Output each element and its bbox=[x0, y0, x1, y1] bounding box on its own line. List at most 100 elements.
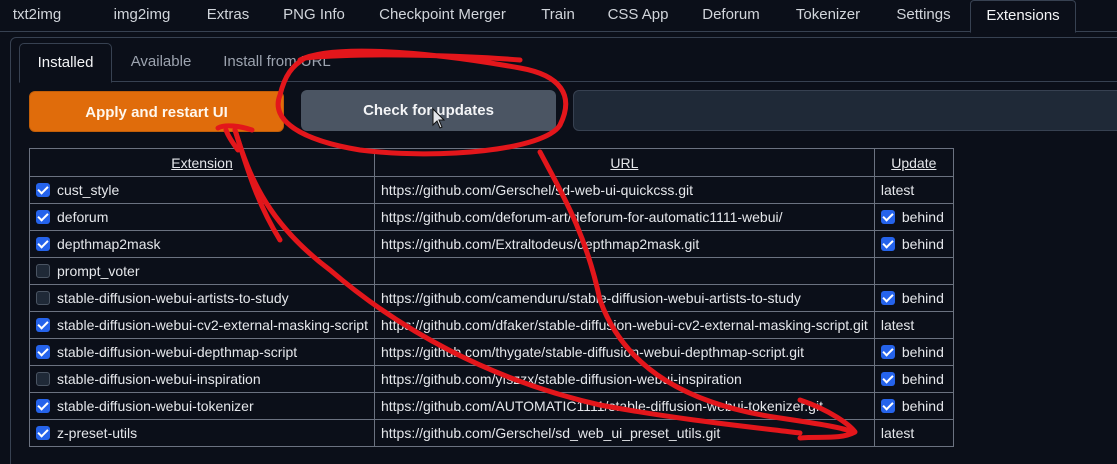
extension-name: stable-diffusion-webui-tokenizer bbox=[57, 397, 254, 414]
table-row: prompt_voter bbox=[29, 257, 954, 285]
extension-name: prompt_voter bbox=[57, 262, 140, 279]
extension-url: https://github.com/Extraltodeus/depthmap… bbox=[373, 230, 875, 258]
column-header-update[interactable]: Update bbox=[873, 148, 954, 177]
enable-extension-checkbox[interactable] bbox=[36, 318, 50, 333]
tab-checkpoint-merger[interactable]: Checkpoint Merger bbox=[371, 0, 514, 31]
update-cell: latest bbox=[873, 176, 954, 204]
extensions-table: Extension URL Update cust_style https://g… bbox=[29, 148, 954, 447]
table-row: cust_style https://github.com/Gerschel/sd… bbox=[29, 176, 954, 204]
check-for-updates-button[interactable]: Check for updates bbox=[301, 90, 556, 131]
update-checkbox[interactable] bbox=[880, 399, 895, 414]
mouse-cursor-icon bbox=[432, 108, 446, 129]
extension-url: https://github.com/thygate/stable-diffus… bbox=[373, 338, 875, 366]
enable-extension-checkbox[interactable] bbox=[36, 372, 50, 387]
table-row: deforum https://github.com/deforum-art/de… bbox=[29, 203, 954, 231]
extension-url: https://github.com/Gerschel/sd-web-ui-qu… bbox=[373, 176, 875, 204]
tab-css-app[interactable]: CSS App bbox=[600, 0, 676, 31]
update-cell: latest bbox=[873, 419, 954, 447]
tab-available[interactable]: Available bbox=[119, 43, 203, 81]
update-checkbox[interactable] bbox=[880, 345, 895, 360]
extension-name: deforum bbox=[57, 208, 109, 225]
extension-url bbox=[373, 257, 875, 285]
update-status: behind bbox=[901, 208, 944, 225]
extension-cell: stable-diffusion-webui-tokenizer bbox=[29, 392, 375, 420]
extension-cell: depthmap2mask bbox=[29, 230, 375, 258]
extension-name: stable-diffusion-webui-inspiration bbox=[57, 370, 261, 387]
table-row: stable-diffusion-webui-tokenizer https://… bbox=[29, 392, 954, 420]
extension-cell: stable-diffusion-webui-inspiration bbox=[29, 365, 375, 393]
tab-train[interactable]: Train bbox=[532, 0, 584, 31]
update-checkbox[interactable] bbox=[880, 291, 895, 306]
update-cell: behind bbox=[873, 230, 954, 258]
table-header-row: Extension URL Update bbox=[29, 148, 954, 177]
tab-extras[interactable]: Extras bbox=[200, 0, 256, 31]
enable-extension-checkbox[interactable] bbox=[36, 264, 50, 279]
extension-url: https://github.com/Gerschel/sd_web_ui_pr… bbox=[373, 419, 875, 447]
update-checkbox[interactable] bbox=[880, 210, 895, 225]
update-status: behind bbox=[901, 289, 944, 306]
tab-settings[interactable]: Settings bbox=[887, 0, 960, 31]
enable-extension-checkbox[interactable] bbox=[36, 291, 50, 306]
apply-and-restart-button[interactable]: Apply and restart UI bbox=[29, 91, 284, 132]
extension-cell: prompt_voter bbox=[29, 257, 375, 285]
extension-name: z-preset-utils bbox=[57, 424, 138, 441]
extension-cell: cust_style bbox=[29, 176, 375, 204]
tab-txt2img[interactable]: txt2img bbox=[8, 0, 66, 31]
update-status: behind bbox=[901, 235, 944, 252]
update-cell: behind bbox=[873, 203, 954, 231]
extension-url: https://github.com/dfaker/stable-diffusi… bbox=[373, 311, 875, 339]
update-checkbox[interactable] bbox=[880, 372, 895, 387]
update-status: behind bbox=[901, 370, 944, 387]
extension-cell: stable-diffusion-webui-cv2-external-mask… bbox=[29, 311, 375, 339]
extension-name: stable-diffusion-webui-depthmap-script bbox=[57, 343, 298, 360]
tab-tokenizer[interactable]: Tokenizer bbox=[786, 0, 870, 31]
extension-cell: stable-diffusion-webui-depthmap-script bbox=[29, 338, 375, 366]
enable-extension-checkbox[interactable] bbox=[36, 399, 50, 414]
update-cell bbox=[873, 257, 954, 285]
extension-cell: stable-diffusion-webui-artists-to-study bbox=[29, 284, 375, 312]
extension-url: https://github.com/AUTOMATIC1111/stable-… bbox=[373, 392, 875, 420]
extension-name: depthmap2mask bbox=[57, 235, 161, 252]
extension-cell: deforum bbox=[29, 203, 375, 231]
update-cell: behind bbox=[873, 284, 954, 312]
table-row: stable-diffusion-webui-cv2-external-mask… bbox=[29, 311, 954, 339]
table-row: depthmap2mask https://github.com/Extralto… bbox=[29, 230, 954, 258]
extension-name: stable-diffusion-webui-artists-to-study bbox=[57, 289, 289, 306]
extension-url: https://github.com/camenduru/stable-diff… bbox=[373, 284, 875, 312]
extension-cell: z-preset-utils bbox=[29, 419, 375, 447]
tab-extensions[interactable]: Extensions bbox=[970, 0, 1076, 33]
update-cell: behind bbox=[873, 338, 954, 366]
update-status: behind bbox=[901, 343, 944, 360]
update-cell: latest bbox=[873, 311, 954, 339]
top-tab-bar: txt2img img2img Extras PNG Info Checkpoi… bbox=[0, 0, 1117, 33]
extension-name: cust_style bbox=[57, 181, 120, 198]
enable-extension-checkbox[interactable] bbox=[36, 183, 50, 198]
enable-extension-checkbox[interactable] bbox=[36, 345, 50, 360]
table-row: stable-diffusion-webui-inspiration https:… bbox=[29, 365, 954, 393]
extension-url: https://github.com/deforum-art/deforum-f… bbox=[373, 203, 875, 231]
table-row: stable-diffusion-webui-depthmap-script ht… bbox=[29, 338, 954, 366]
column-header-extension[interactable]: Extension bbox=[29, 148, 375, 177]
enable-extension-checkbox[interactable] bbox=[36, 210, 50, 225]
extension-name: stable-diffusion-webui-cv2-external-mask… bbox=[57, 316, 368, 333]
update-status: latest bbox=[880, 317, 915, 333]
tab-png-info[interactable]: PNG Info bbox=[276, 0, 352, 31]
update-cell: behind bbox=[873, 392, 954, 420]
update-status: latest bbox=[880, 425, 915, 441]
tab-installed[interactable]: Installed bbox=[19, 43, 112, 83]
enable-extension-checkbox[interactable] bbox=[36, 237, 50, 252]
update-cell: behind bbox=[873, 365, 954, 393]
update-status: latest bbox=[880, 182, 915, 198]
tab-deforum[interactable]: Deforum bbox=[693, 0, 769, 31]
update-checkbox[interactable] bbox=[880, 237, 895, 252]
extensions-page: txt2img img2img Extras PNG Info Checkpoi… bbox=[0, 0, 1117, 464]
tab-img2img[interactable]: img2img bbox=[98, 0, 186, 31]
tab-install-from-url[interactable]: Install from URL bbox=[217, 43, 337, 81]
enable-extension-checkbox[interactable] bbox=[36, 426, 50, 441]
update-status: behind bbox=[901, 397, 944, 414]
column-header-url: URL bbox=[373, 148, 875, 177]
table-row: stable-diffusion-webui-artists-to-study h… bbox=[29, 284, 954, 312]
status-output-box bbox=[573, 90, 1117, 131]
table-row: z-preset-utils https://github.com/Gersche… bbox=[29, 419, 954, 447]
extensions-sub-tab-bar: Installed Available Install from URL bbox=[19, 43, 1117, 83]
